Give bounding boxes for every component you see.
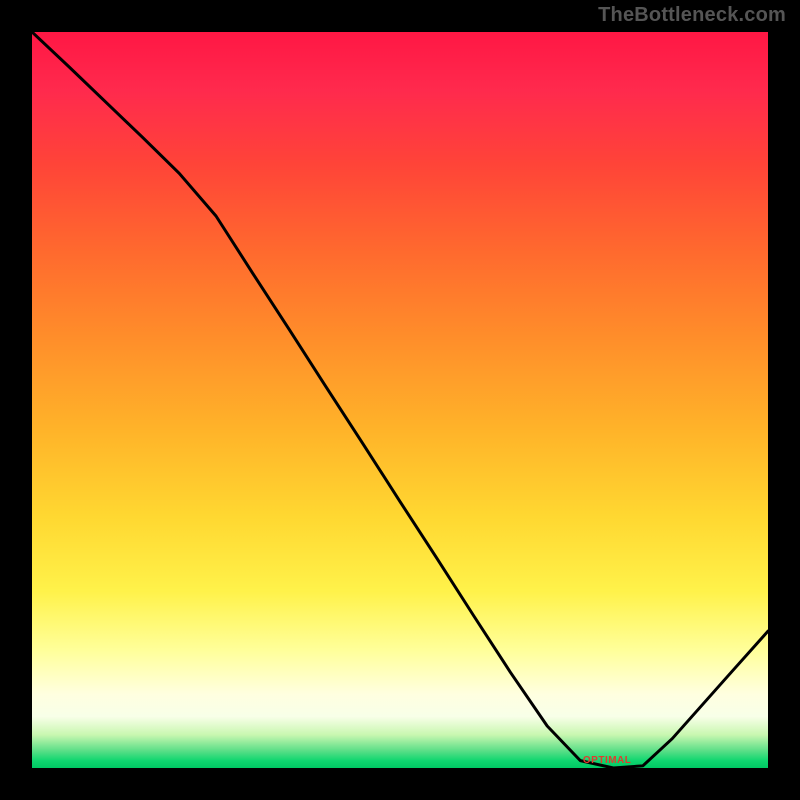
curve-svg	[32, 32, 768, 768]
chart-frame: TheBottleneck.com OPTIMAL	[0, 0, 800, 800]
bottleneck-curve-line	[32, 32, 768, 768]
optimal-marker: OPTIMAL	[583, 755, 632, 766]
watermark-label: TheBottleneck.com	[598, 4, 786, 27]
plot-area: OPTIMAL	[30, 30, 770, 770]
